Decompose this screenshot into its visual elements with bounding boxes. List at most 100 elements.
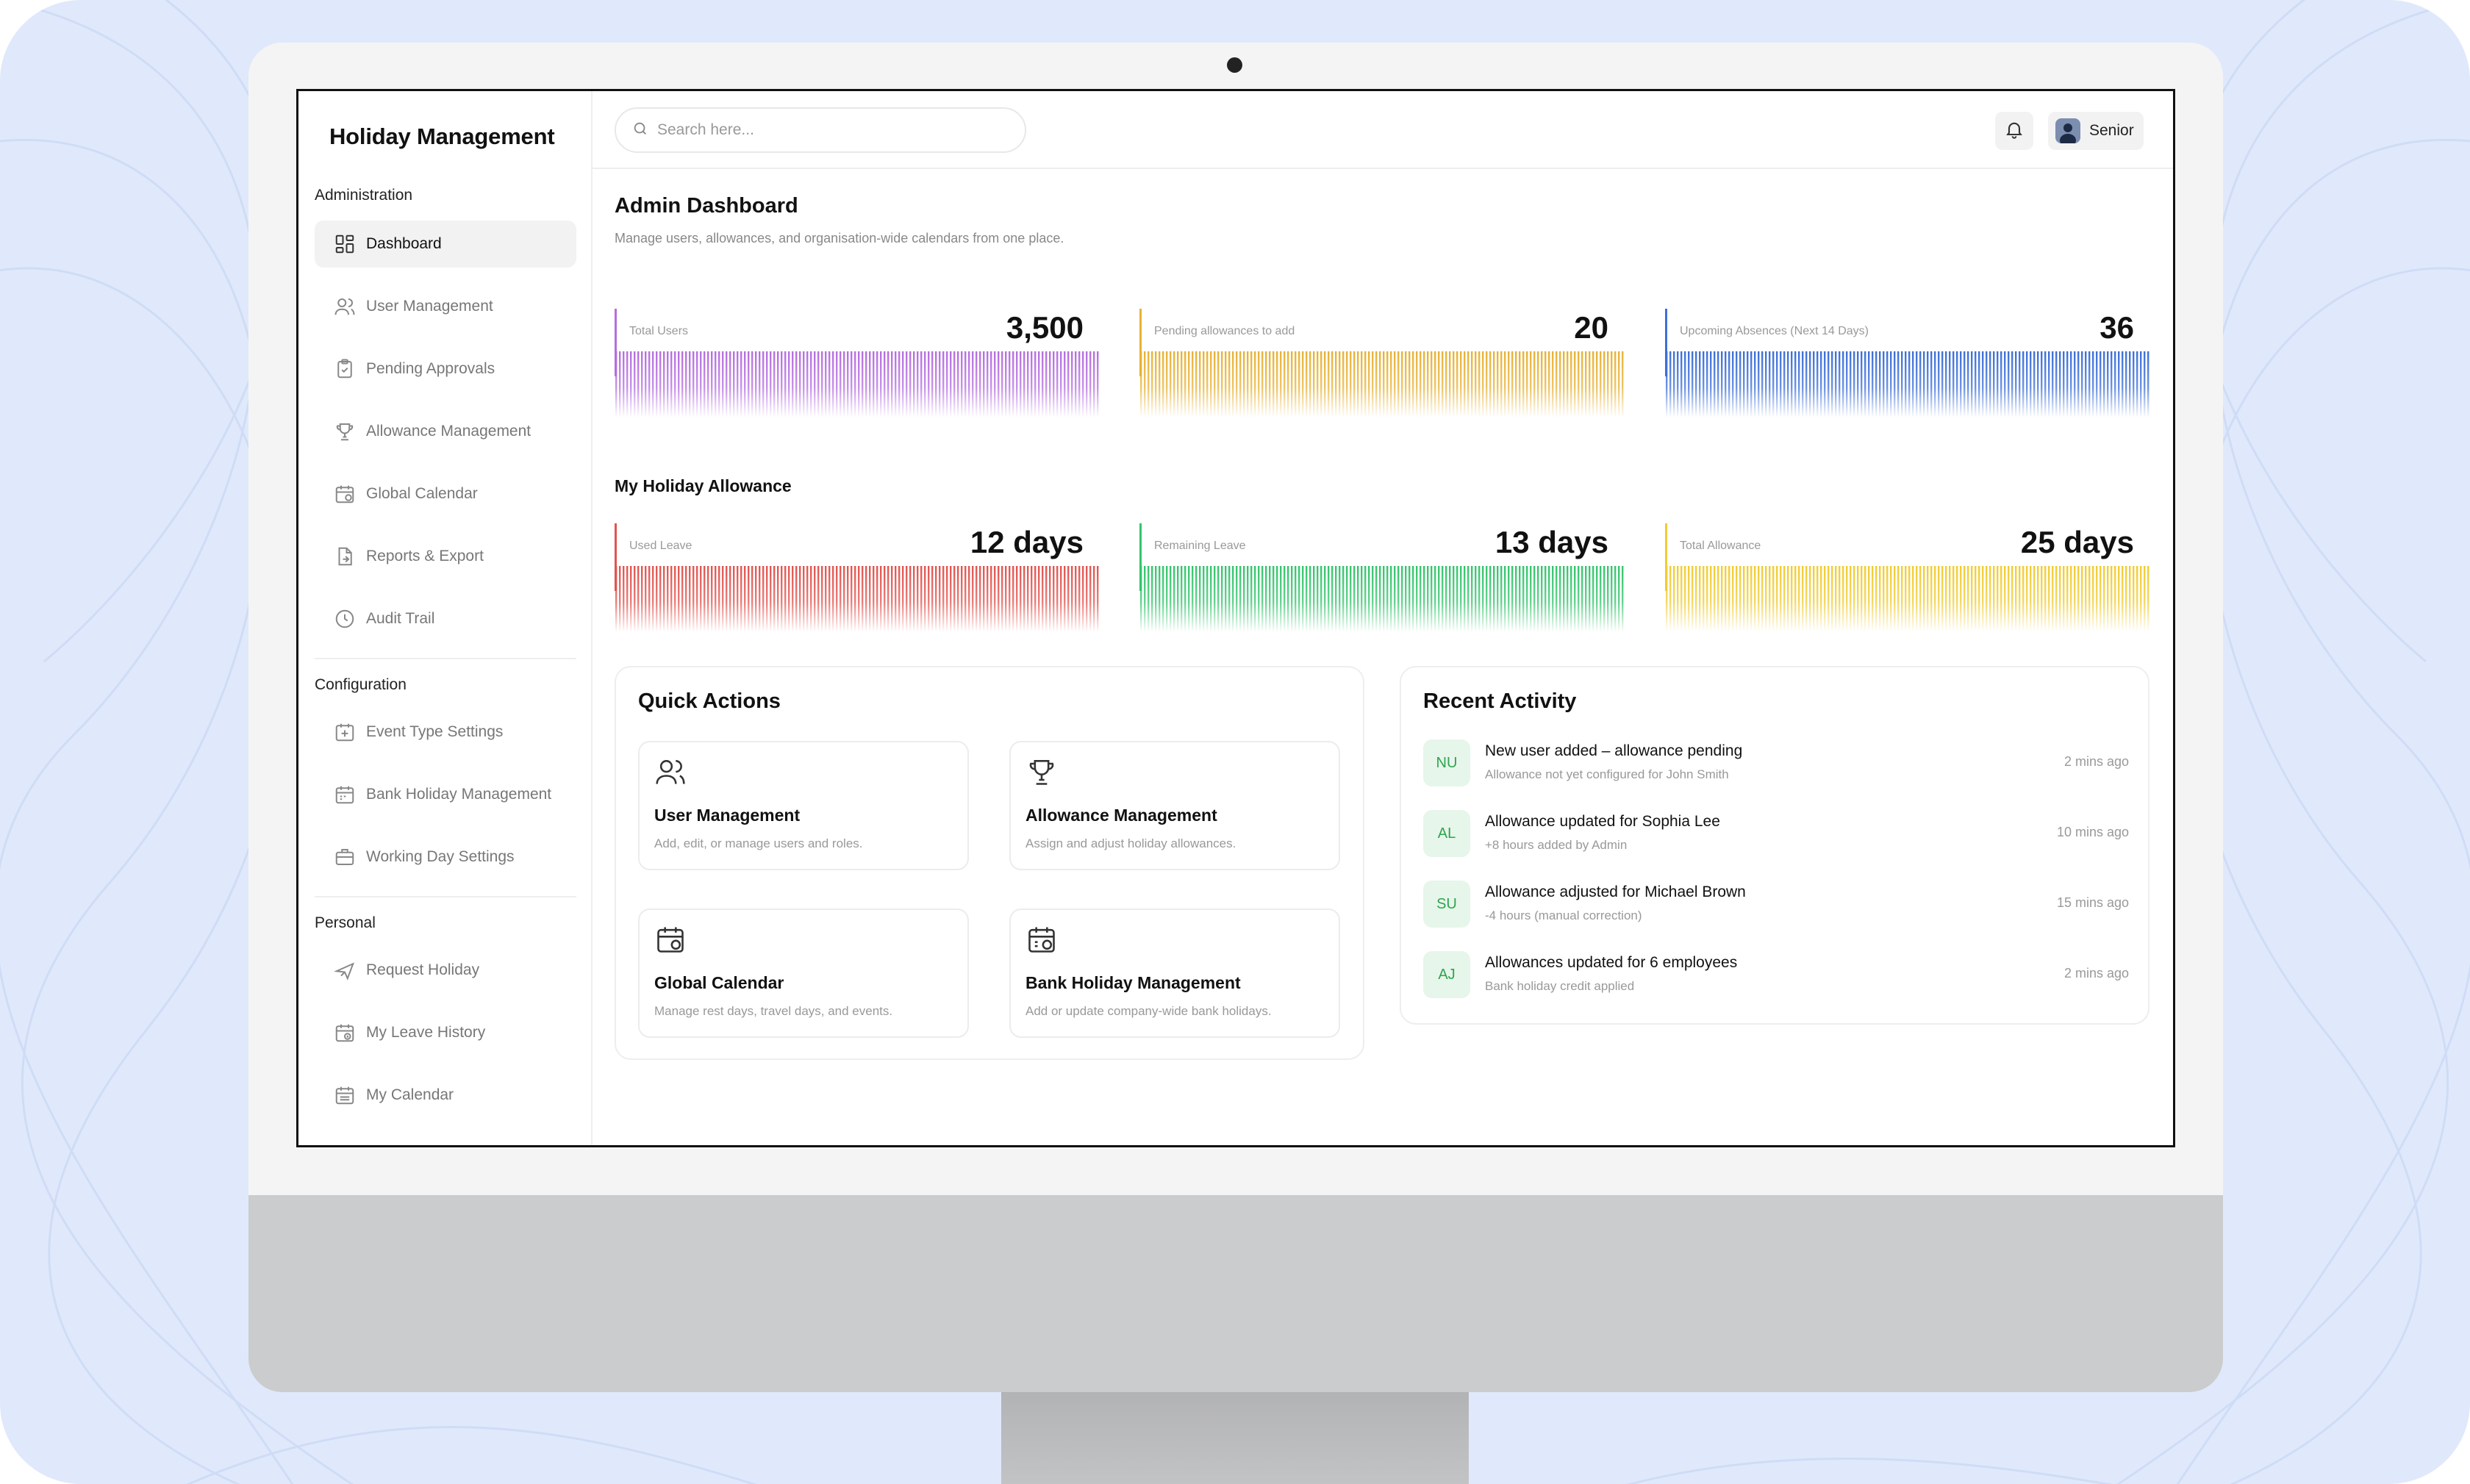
activity-item[interactable]: AJ Allowances updated for 6 employees Ba… xyxy=(1423,951,2129,1003)
plane-icon xyxy=(334,959,356,981)
sidebar-item-bank-holiday-management[interactable]: Bank Holiday Management xyxy=(315,771,576,818)
quick-actions-title: Quick Actions xyxy=(638,689,781,713)
export-file-icon xyxy=(334,545,356,567)
stat-bar-texture xyxy=(1140,566,1624,632)
sidebar-item-working-day-settings[interactable]: Working Day Settings xyxy=(315,834,576,881)
calendar-bank-icon xyxy=(334,784,356,806)
stat-label: Used Leave xyxy=(629,540,692,552)
activity-time: 2 mins ago xyxy=(2063,966,2129,981)
sidebar-item-audit-trail[interactable]: Audit Trail xyxy=(315,595,576,642)
app-title: Holiday Management xyxy=(329,123,555,149)
stat-value: 12 days xyxy=(970,525,1084,559)
sidebar-item-label: Reports & Export xyxy=(366,548,484,564)
activity-initials: NU xyxy=(1423,739,1470,786)
sidebar-item-label: Global Calendar xyxy=(366,485,478,502)
bell-icon xyxy=(2004,119,2025,143)
camera-dot xyxy=(1227,57,1242,73)
stat-value: 20 xyxy=(1574,310,1608,345)
stat-remaining-leave: Remaining Leave 13 days xyxy=(1139,523,1625,632)
monitor-stand xyxy=(1001,1392,1469,1484)
activity-desc: +8 hours added by Admin xyxy=(1485,838,1628,852)
stat-bar-texture xyxy=(1666,566,2149,632)
search-input[interactable] xyxy=(657,121,1010,139)
page-subtitle: Manage users, allowances, and organisati… xyxy=(615,231,1064,245)
quick-action-title: Allowance Management xyxy=(1025,806,1217,825)
sidebar-item-label: Allowance Management xyxy=(366,423,531,440)
sidebar-item-global-calendar[interactable]: Global Calendar xyxy=(315,470,576,517)
quick-action-title: Bank Holiday Management xyxy=(1025,973,1241,992)
quick-actions-card: Quick Actions User Management Add, edit,… xyxy=(615,666,1364,1060)
stat-bar-texture xyxy=(615,566,1099,632)
section-title-holiday-allowance: My Holiday Allowance xyxy=(615,476,792,495)
sidebar-item-user-management[interactable]: User Management xyxy=(315,283,576,330)
users-icon xyxy=(654,756,687,788)
dashboard-icon xyxy=(334,233,356,255)
page-title: Admin Dashboard xyxy=(615,194,798,218)
activity-initials: AL xyxy=(1423,810,1470,857)
sidebar-item-label: Pending Approvals xyxy=(366,360,495,377)
sidebar-item-event-type-settings[interactable]: Event Type Settings xyxy=(315,709,576,756)
activity-title: Allowance updated for Sophia Lee xyxy=(1485,813,1720,830)
sidebar-item-request-holiday[interactable]: Request Holiday xyxy=(315,947,576,994)
quick-action-user-management[interactable]: User Management Add, edit, or manage use… xyxy=(638,741,969,870)
quick-action-allowance-management[interactable]: Allowance Management Assign and adjust h… xyxy=(1009,741,1340,870)
calendar-bank-icon xyxy=(1025,923,1058,956)
stat-value: 3,500 xyxy=(1006,310,1084,345)
user-menu[interactable]: Senior xyxy=(2048,112,2144,150)
sidebar-item-label: Request Holiday xyxy=(366,961,480,978)
sidebar-item-allowance-management[interactable]: Allowance Management xyxy=(315,408,576,455)
main-content: Senior Admin Dashboard Manage users, all… xyxy=(593,91,2173,1145)
activity-item[interactable]: SU Allowance adjusted for Michael Brown … xyxy=(1423,881,2129,932)
app-screen: Holiday Management Administration Dashbo… xyxy=(296,89,2175,1147)
quick-action-desc: Assign and adjust holiday allowances. xyxy=(1025,836,1236,850)
clipboard-check-icon xyxy=(334,358,356,380)
activity-title: Allowance adjusted for Michael Brown xyxy=(1485,883,1746,900)
sidebar-item-reports-export[interactable]: Reports & Export xyxy=(315,533,576,580)
sidebar-section-personal: Personal xyxy=(315,914,376,931)
stat-total-users: Total Users 3,500 xyxy=(615,309,1100,417)
calendar-grid-icon xyxy=(334,1084,356,1106)
sidebar-divider xyxy=(315,896,576,897)
stat-label: Remaining Leave xyxy=(1154,540,1246,552)
stat-pending-allowances: Pending allowances to add 20 xyxy=(1139,309,1625,417)
search-box[interactable] xyxy=(615,107,1026,153)
clock-icon xyxy=(334,608,356,630)
sidebar-item-label: User Management xyxy=(366,298,493,315)
stat-label: Total Users xyxy=(629,325,689,337)
stat-bar-texture xyxy=(1140,351,1624,417)
sidebar-section-administration: Administration xyxy=(315,187,413,204)
sidebar-item-my-calendar[interactable]: My Calendar xyxy=(315,1072,576,1119)
activity-initials: AJ xyxy=(1423,951,1470,998)
sidebar-item-label: Dashboard xyxy=(366,235,442,252)
stat-used-leave: Used Leave 12 days xyxy=(615,523,1100,632)
activity-item[interactable]: NU New user added – allowance pending Al… xyxy=(1423,739,2129,791)
monitor-chin xyxy=(248,1195,2223,1392)
quick-action-desc: Add or update company-wide bank holidays… xyxy=(1025,1004,1272,1018)
stat-label: Pending allowances to add xyxy=(1154,325,1295,337)
calendar-plus-icon xyxy=(334,721,356,743)
stat-value: 25 days xyxy=(2020,525,2134,559)
activity-item[interactable]: AL Allowance updated for Sophia Lee +8 h… xyxy=(1423,810,2129,861)
quick-action-bank-holiday-management[interactable]: Bank Holiday Management Add or update co… xyxy=(1009,908,1340,1038)
sidebar-item-pending-approvals[interactable]: Pending Approvals xyxy=(315,345,576,392)
stat-label: Upcoming Absences (Next 14 Days) xyxy=(1680,325,1869,337)
sidebar-item-dashboard[interactable]: Dashboard xyxy=(315,221,576,268)
activity-title: New user added – allowance pending xyxy=(1485,742,1743,759)
quick-action-desc: Add, edit, or manage users and roles. xyxy=(654,836,863,850)
stat-bar-texture xyxy=(615,351,1099,417)
activity-title: Allowances updated for 6 employees xyxy=(1485,954,1738,971)
activity-time: 10 mins ago xyxy=(2056,825,2129,839)
trophy-icon xyxy=(1025,756,1058,788)
recent-activity-title: Recent Activity xyxy=(1423,689,1577,713)
activity-desc: Allowance not yet configured for John Sm… xyxy=(1485,767,1729,781)
quick-action-global-calendar[interactable]: Global Calendar Manage rest days, travel… xyxy=(638,908,969,1038)
users-icon xyxy=(334,295,356,318)
recent-activity-card: Recent Activity NU New user added – allo… xyxy=(1400,666,2149,1025)
notifications-button[interactable] xyxy=(1995,112,2033,150)
sidebar-item-my-leave-history[interactable]: My Leave History xyxy=(315,1009,576,1056)
quick-action-title: Global Calendar xyxy=(654,973,784,992)
stat-bar-texture xyxy=(1666,351,2149,417)
quick-action-title: User Management xyxy=(654,806,801,825)
sidebar-item-label: Audit Trail xyxy=(366,610,435,627)
trophy-icon xyxy=(334,420,356,442)
